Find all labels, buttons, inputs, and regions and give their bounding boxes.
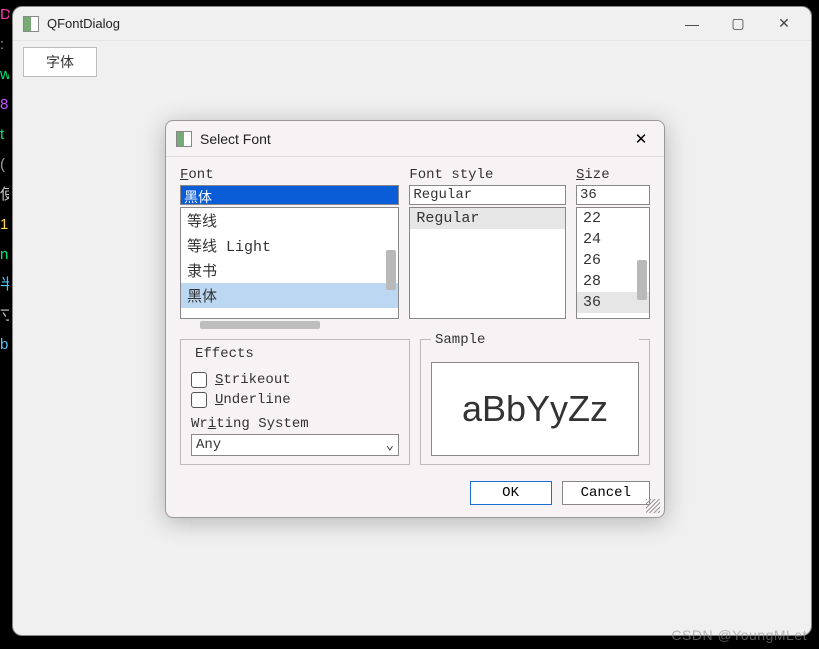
window-controls: — ▢ ✕ — [669, 9, 807, 39]
chevron-down-icon: ⌄ — [386, 437, 394, 454]
window-title: QFontDialog — [47, 16, 669, 31]
list-item[interactable]: 等线 — [181, 208, 398, 233]
font-hscroll[interactable] — [180, 321, 399, 329]
sample-preview: aBbYyZz — [431, 362, 639, 456]
checkbox-box-icon — [191, 372, 207, 388]
size-scrollbar[interactable] — [637, 210, 647, 316]
main-toolbar: 字体 — [13, 41, 811, 83]
maximize-button[interactable]: ▢ — [715, 9, 761, 39]
font-input[interactable]: 黑体 — [180, 185, 399, 205]
effects-label: Effects — [191, 346, 258, 362]
size-input[interactable]: 36 — [576, 185, 650, 205]
checkbox-box-icon — [191, 392, 207, 408]
sample-label: Sample — [431, 332, 639, 348]
sample-group: Sample aBbYyZz — [420, 339, 650, 465]
effects-group: Effects Strikeout Underline Writing Syst… — [180, 339, 410, 465]
dialog-icon — [176, 131, 192, 147]
size-label: Size — [576, 167, 650, 183]
underline-checkbox[interactable]: Underline — [191, 392, 399, 408]
strikeout-checkbox[interactable]: Strikeout — [191, 372, 399, 388]
style-label: Font style — [409, 167, 566, 183]
font-label: Font — [180, 167, 399, 183]
writing-system-select[interactable]: Any ⌄ — [191, 434, 399, 456]
writing-system-label: Writing System — [191, 416, 399, 432]
style-listbox[interactable]: Regular — [409, 207, 566, 319]
editor-gutter: D:w8t(使1n半寸b — [0, 0, 12, 649]
style-input[interactable]: Regular — [409, 185, 566, 205]
cancel-button[interactable]: Cancel — [562, 481, 650, 505]
dialog-body: Font 黑体 等线等线 Light隶书黑体 Font style Regula… — [166, 157, 664, 471]
close-button[interactable]: ✕ — [761, 9, 807, 39]
dialog-titlebar: Select Font ✕ — [166, 121, 664, 157]
app-icon — [23, 16, 39, 32]
list-item[interactable]: Regular — [410, 208, 565, 229]
dialog-buttons: OK Cancel — [166, 471, 664, 517]
list-item[interactable]: 隶书 — [181, 258, 398, 283]
minimize-button[interactable]: — — [669, 9, 715, 39]
watermark: CSDN @YoungMLet — [671, 627, 807, 643]
ok-button[interactable]: OK — [470, 481, 552, 505]
font-listbox[interactable]: 等线等线 Light隶书黑体 — [180, 207, 399, 319]
list-item[interactable]: 等线 Light — [181, 233, 398, 258]
font-scrollbar[interactable] — [386, 210, 396, 316]
dialog-close-button[interactable]: ✕ — [626, 124, 656, 154]
open-font-button[interactable]: 字体 — [23, 47, 97, 77]
dialog-title: Select Font — [200, 131, 626, 147]
main-titlebar: QFontDialog — ▢ ✕ — [13, 7, 811, 41]
size-listbox[interactable]: 2224262836 — [576, 207, 650, 319]
font-dialog: Select Font ✕ Font 黑体 等线等线 Light隶书黑体 Fon… — [165, 120, 665, 518]
list-item[interactable]: 黑体 — [181, 283, 398, 308]
resize-grip-icon[interactable] — [646, 499, 660, 513]
